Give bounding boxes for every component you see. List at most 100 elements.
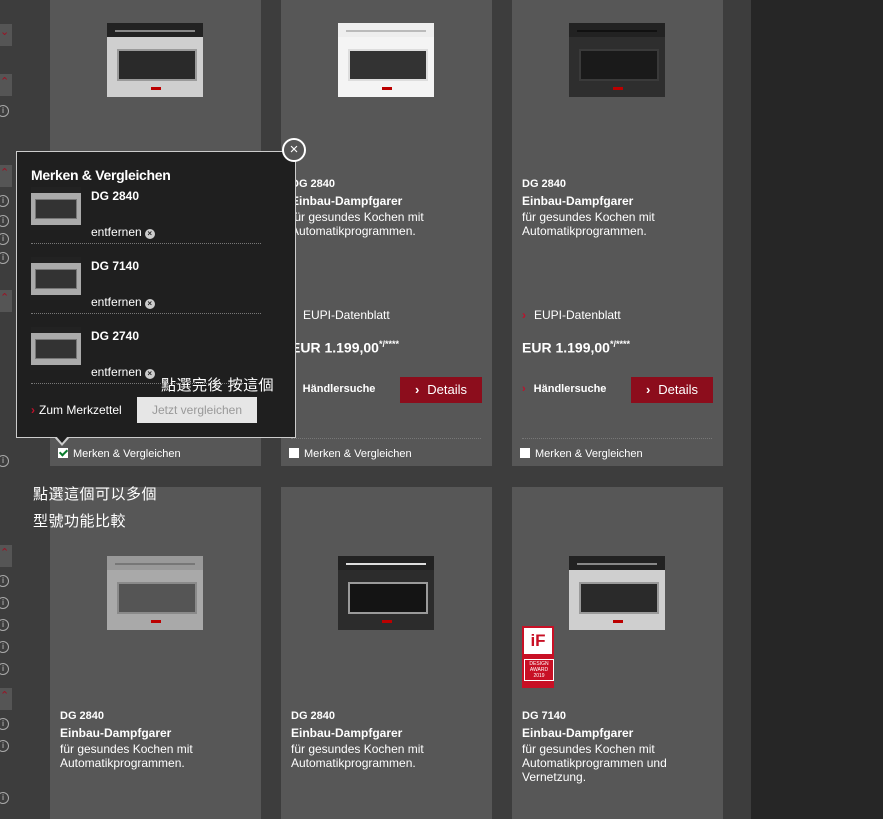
- info-icon[interactable]: i: [0, 597, 9, 609]
- divider: [31, 243, 261, 244]
- popup-item-model: DG 2840: [91, 189, 140, 203]
- chevron-right-icon: ›: [522, 383, 526, 395]
- divider: [31, 313, 261, 314]
- product-card: DG 2840 Einbau-Dampfgarer für gesundes K…: [281, 487, 492, 819]
- info-icon[interactable]: i: [0, 195, 9, 207]
- product-title[interactable]: Einbau-Dampfgarer: [60, 726, 171, 740]
- product-model: DG 7140: [522, 710, 567, 722]
- chevron-icon: ⌃: [0, 547, 10, 559]
- info-icon[interactable]: i: [0, 252, 9, 264]
- divider: [522, 438, 712, 439]
- info-icon[interactable]: i: [0, 215, 9, 227]
- remove-icon[interactable]: ×: [144, 369, 155, 379]
- product-description: für gesundes Kochen mit Automatikprogram…: [291, 742, 424, 770]
- product-card: DG 2840 Einbau-Dampfgarer für gesundes K…: [512, 0, 723, 466]
- info-icon[interactable]: i: [0, 718, 9, 730]
- oven-image[interactable]: [107, 556, 203, 630]
- chevron-icon: ⌃: [0, 76, 10, 88]
- popup-item-model: DG 7140: [91, 259, 140, 273]
- merkzettel-link[interactable]: › Zum Merkzettel: [31, 403, 122, 417]
- oven-image[interactable]: [569, 23, 665, 97]
- product-price: EUR 1.199,00*/****: [291, 339, 399, 356]
- info-icon[interactable]: i: [0, 641, 9, 653]
- info-icon[interactable]: i: [0, 619, 9, 631]
- oven-image[interactable]: [338, 556, 434, 630]
- product-card: DG 2840 Einbau-Dampfgarer für gesundes K…: [50, 487, 261, 819]
- product-title[interactable]: Einbau-Dampfgarer: [522, 726, 633, 740]
- filter-toggle[interactable]: ⌃: [0, 165, 12, 187]
- oven-image[interactable]: [569, 556, 665, 630]
- product-price: EUR 1.199,00*/****: [522, 339, 630, 356]
- right-panel: [751, 0, 883, 819]
- award-text: DESIGN AWARD 2019: [524, 659, 554, 681]
- compare-checkbox[interactable]: Merken & Vergleichen: [58, 448, 181, 460]
- dealer-search-link[interactable]: ›Händlersuche: [522, 383, 606, 395]
- product-description: für gesundes Kochen mit Automatikprogram…: [522, 210, 655, 238]
- checkbox-icon[interactable]: [520, 448, 530, 458]
- popup-item-model: DG 2740: [91, 329, 140, 343]
- chevron-right-icon: ›: [645, 382, 651, 397]
- filter-toggle[interactable]: ⌃: [0, 290, 12, 312]
- product-description: für gesundes Kochen mit Automatikprogram…: [291, 210, 424, 238]
- info-icon[interactable]: i: [0, 575, 9, 587]
- info-icon[interactable]: i: [0, 663, 9, 675]
- remove-link[interactable]: entfernen ×: [91, 365, 155, 379]
- remove-icon[interactable]: ×: [144, 299, 155, 309]
- remove-link[interactable]: entfernen ×: [91, 225, 155, 239]
- oven-image[interactable]: [107, 23, 203, 97]
- chevron-right-icon: ›: [31, 403, 35, 417]
- annotation-hint-line1: 點選這個可以多個: [33, 486, 158, 503]
- product-model: DG 2840: [291, 178, 336, 190]
- product-card: iF DESIGN AWARD 2019 DG 7140 Einbau-Damp…: [512, 487, 723, 819]
- filter-toggle[interactable]: ⌄: [0, 24, 12, 46]
- product-description: für gesundes Kochen mit Automatikprogram…: [522, 742, 667, 784]
- oven-image[interactable]: [338, 23, 434, 97]
- product-model: DG 2840: [60, 710, 105, 722]
- left-filter-bar: ⌄ ⌃ i ⌃ i i i i ⌃ i ⌃ i i i i i ⌃ i i i: [0, 0, 12, 819]
- popup-title: Merken & Vergleichen: [31, 167, 171, 183]
- compare-now-button[interactable]: Jetzt vergleichen: [137, 397, 257, 423]
- product-title[interactable]: Einbau-Dampfgarer: [291, 726, 402, 740]
- chevron-icon: ⌃: [0, 690, 10, 702]
- info-icon[interactable]: i: [0, 233, 9, 245]
- info-icon[interactable]: i: [0, 792, 9, 804]
- chevron-icon: ⌄: [0, 26, 10, 38]
- close-icon[interactable]: ×: [282, 138, 306, 162]
- product-description: für gesundes Kochen mit Automatikprogram…: [60, 742, 193, 770]
- remove-icon[interactable]: ×: [144, 229, 155, 239]
- eupi-link[interactable]: ›EUPI-Datenblatt: [291, 308, 390, 322]
- design-award-badge: iF DESIGN AWARD 2019: [522, 626, 554, 688]
- remove-link[interactable]: entfernen ×: [91, 295, 155, 309]
- details-button[interactable]: › Details: [631, 377, 713, 403]
- eupi-link[interactable]: ›EUPI-Datenblatt: [522, 308, 621, 322]
- popup-item-image[interactable]: [31, 187, 81, 225]
- info-icon[interactable]: i: [0, 455, 9, 467]
- checkbox-icon[interactable]: [289, 448, 299, 458]
- chevron-icon: ⌃: [0, 292, 10, 304]
- info-icon[interactable]: i: [0, 740, 9, 752]
- filter-toggle[interactable]: ⌃: [0, 688, 12, 710]
- annotation-hint-line2: 型號功能比較: [33, 513, 127, 530]
- popup-item-image[interactable]: [31, 257, 81, 295]
- checkbox-checked-icon[interactable]: [58, 448, 68, 458]
- annotation-after-select: 點選完後 按這個: [161, 377, 275, 394]
- chevron-right-icon: ›: [414, 382, 420, 397]
- popup-pointer-inner: [56, 436, 68, 443]
- product-card: DG 2840 Einbau-Dampfgarer für gesundes K…: [281, 0, 492, 466]
- product-model: DG 2840: [291, 710, 336, 722]
- popup-item-image[interactable]: [31, 327, 81, 365]
- compare-checkbox[interactable]: Merken & Vergleichen: [520, 448, 643, 460]
- compare-checkbox[interactable]: Merken & Vergleichen: [289, 448, 412, 460]
- product-model: DG 2840: [522, 178, 567, 190]
- filter-toggle[interactable]: ⌃: [0, 74, 12, 96]
- details-button[interactable]: › Details: [400, 377, 482, 403]
- chevron-right-icon: ›: [522, 308, 526, 322]
- chevron-icon: ⌃: [0, 167, 10, 179]
- if-logo-icon: iF: [524, 628, 552, 654]
- dealer-search-link[interactable]: ›Händlersuche: [291, 383, 375, 395]
- filter-toggle[interactable]: ⌃: [0, 545, 12, 567]
- product-title[interactable]: Einbau-Dampfgarer: [522, 194, 633, 208]
- product-title[interactable]: Einbau-Dampfgarer: [291, 194, 402, 208]
- info-icon[interactable]: i: [0, 105, 9, 117]
- divider: [291, 438, 481, 439]
